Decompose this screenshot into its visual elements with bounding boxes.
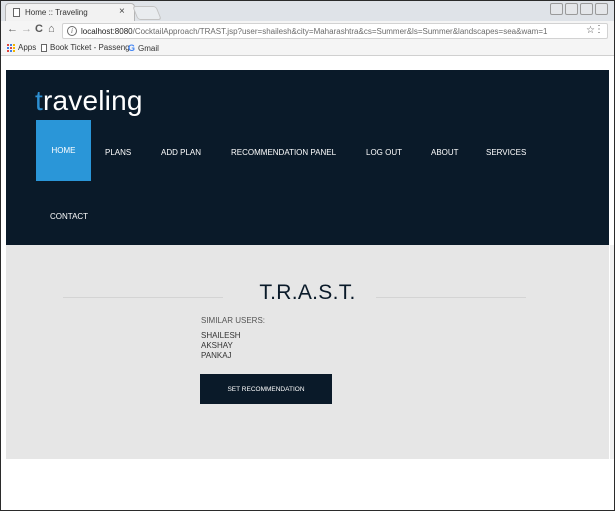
tab-title: Home :: Traveling [25, 8, 88, 17]
site-header: traveling HOME PLANS ADD PLAN RECOMMENDA… [6, 70, 609, 245]
window-controls [550, 3, 608, 15]
nav-contact[interactable]: CONTACT [50, 212, 88, 221]
bookmarks-bar: Apps Book Ticket - Passeng G Gmail [1, 40, 614, 56]
bookmark-gmail-label: Gmail [138, 43, 159, 53]
page-icon [41, 43, 47, 52]
browser-tab[interactable]: Home :: Traveling × [5, 3, 135, 21]
bookmark-gmail[interactable]: G Gmail [128, 43, 159, 53]
apps-grid-icon [7, 43, 15, 52]
nav-recommendation-panel[interactable]: RECOMMENDATION PANEL [231, 148, 336, 157]
tab-close-icon[interactable]: × [119, 6, 125, 17]
similar-user-item: SHAILESH [201, 331, 241, 340]
reload-icon[interactable]: C [35, 23, 43, 35]
nav-about[interactable]: ABOUT [431, 148, 459, 157]
logo-rest: raveling [42, 85, 143, 116]
nav-home[interactable]: HOME [36, 120, 91, 181]
google-icon: G [128, 43, 136, 53]
back-icon[interactable]: ← [7, 23, 18, 35]
browser-toolbar: ← → C ⌂ i localhost:8080/CocktailApproac… [1, 21, 614, 40]
url-host: localhost:8080 [81, 27, 133, 36]
similar-user-item: AKSHAY [201, 341, 233, 350]
browser-window: Home :: Traveling × ← → C ⌂ i localhost:… [0, 0, 615, 511]
bookmark-book-ticket[interactable]: Book Ticket - Passeng [41, 43, 130, 52]
bookmark-apps-label: Apps [18, 43, 37, 52]
page-icon [13, 8, 20, 17]
url-path: /CocktailApproach/TRAST.jsp?user=shailes… [132, 27, 548, 36]
set-recommendation-button[interactable]: SET RECOMMENDATION [200, 374, 332, 404]
bookmark-apps[interactable]: Apps [7, 43, 36, 52]
minimize-icon[interactable] [565, 3, 578, 15]
tab-strip: Home :: Traveling × [1, 1, 614, 21]
home-icon[interactable]: ⌂ [48, 23, 55, 35]
similar-users-label: SIMILAR USERS: [201, 316, 266, 325]
nav-add-plan[interactable]: ADD PLAN [161, 148, 201, 157]
new-tab-button[interactable] [132, 6, 162, 20]
forward-icon[interactable]: → [21, 23, 32, 35]
browser-menu-icon[interactable]: ⋮ [594, 24, 604, 35]
main-content: T.R.A.S.T. SIMILAR USERS: SHAILESH AKSHA… [6, 245, 609, 459]
maximize-icon[interactable] [580, 3, 593, 15]
url-text[interactable]: localhost:8080/CocktailApproach/TRAST.js… [81, 27, 547, 36]
nav-log-out[interactable]: LOG OUT [366, 148, 402, 157]
logo-accent-letter: t [35, 85, 43, 116]
page-scrollbar[interactable] [610, 245, 614, 459]
similar-user-item: PANKAJ [201, 351, 232, 360]
site-logo[interactable]: traveling [35, 85, 143, 117]
close-window-icon[interactable] [595, 3, 608, 15]
nav-plans[interactable]: PLANS [105, 148, 131, 157]
page-title: T.R.A.S.T. [259, 281, 356, 304]
bookmark-book-ticket-label: Book Ticket - Passeng [50, 43, 130, 52]
nav-services[interactable]: SERVICES [486, 148, 526, 157]
user-icon[interactable] [550, 3, 563, 15]
info-icon[interactable]: i [67, 26, 77, 36]
address-bar[interactable]: i localhost:8080/CocktailApproach/TRAST.… [62, 23, 608, 39]
